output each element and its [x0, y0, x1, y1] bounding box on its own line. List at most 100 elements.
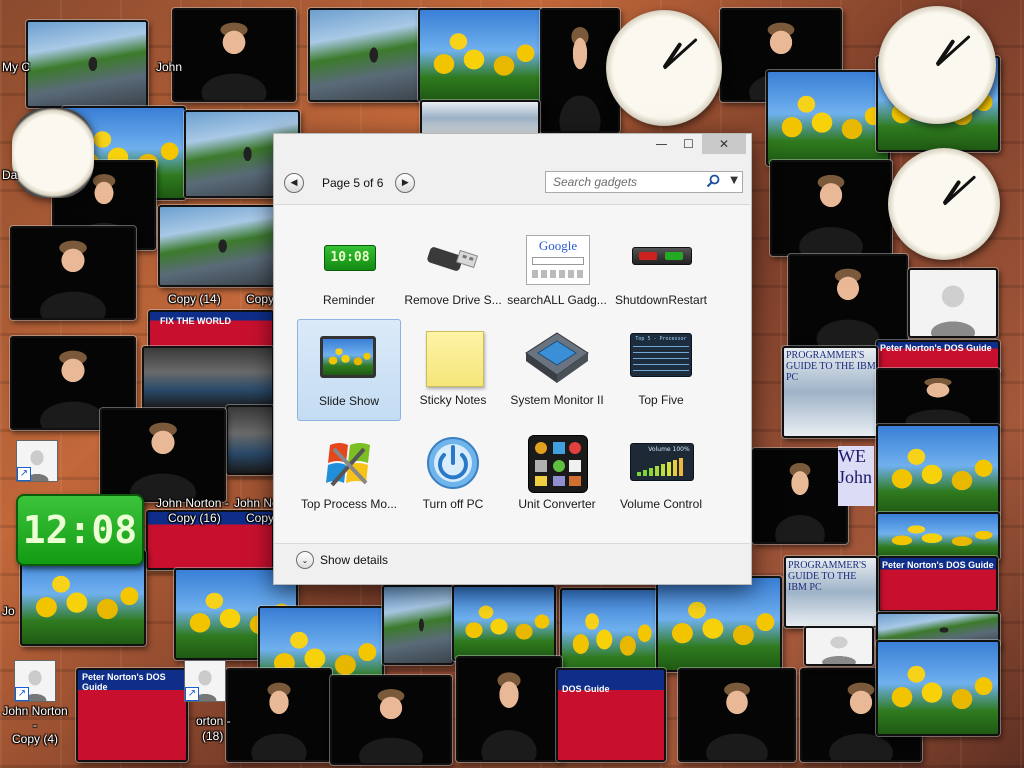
photo-tile-person [876, 368, 1000, 428]
google-search-icon: Google [524, 231, 590, 285]
next-page-button[interactable]: ▶ [395, 173, 416, 193]
photo-tile-tulips [418, 8, 542, 102]
reminder-icon: 10:08 [316, 231, 382, 283]
slide-show-icon [316, 332, 382, 384]
shutdown-restart-icon [628, 231, 694, 283]
desktop-icon-label: John Norton - [2, 704, 68, 732]
desktop-icon-label: orton - [196, 714, 231, 728]
gadget-label: searchALL Gadg... [507, 293, 607, 307]
photo-tile-person [788, 254, 908, 348]
desktop-icon-label: (18) [202, 729, 224, 743]
gadget-slide-show[interactable]: Slide Show [297, 319, 401, 421]
desktop-icon-label: Copy (16) [168, 511, 221, 525]
portrait-icon [16, 440, 58, 482]
analog-clock-gadget[interactable] [606, 10, 722, 126]
gadget-label: Sticky Notes [419, 393, 487, 407]
photo-tile-person [10, 226, 136, 320]
photo-tile-book [420, 100, 540, 136]
photo-tile-person [226, 668, 332, 762]
gadget-volume-control[interactable]: Volume 100% Volume Control [609, 423, 713, 525]
gadget-unit-converter[interactable]: Unit Converter [505, 423, 609, 525]
desktop-icon-label: Copy [246, 292, 275, 306]
search-icon[interactable] [706, 174, 720, 188]
gadget-gallery-window: — ☐ ✕ ◀ Page 5 of 6 ▶ ▼ 10:08 Reminder [273, 133, 752, 585]
page-navigator: ◀ Page 5 of 6 ▶ [284, 172, 416, 194]
gadget-turn-off-pc[interactable]: Turn off PC [401, 423, 505, 525]
close-button[interactable]: ✕ [702, 134, 746, 154]
clock-minute-hand [942, 174, 977, 206]
desktop-icon-label: Copy (4) [11, 732, 58, 746]
chevron-down-icon: ⌄ [296, 551, 314, 569]
analog-clock-gadget[interactable] [12, 108, 94, 198]
gadget-label: System Monitor II [510, 393, 604, 407]
search-dropdown-arrow[interactable]: ▼ [730, 175, 738, 186]
desktop-shortcut-john-norton-copy-4[interactable]: John Norton - Copy (4) [0, 660, 70, 746]
gadget-label: Unit Converter [518, 497, 596, 511]
usb-drive-icon [420, 231, 486, 283]
gadget-reminder[interactable]: 10:08 Reminder [297, 219, 401, 321]
digital-clock-gadget[interactable]: 12:08 [16, 494, 144, 566]
book-text: PROGRAMMER'S GUIDE TO THE IBM PC [788, 560, 867, 593]
analog-clock-gadget[interactable] [878, 6, 996, 124]
photo-tile-tulips [452, 585, 556, 661]
desktop-icon-label: Da [2, 168, 18, 182]
portrait-icon [184, 660, 226, 702]
gadget-label: Reminder [322, 293, 376, 307]
gadget-label: Slide Show [318, 394, 380, 408]
photo-tile-bench [382, 585, 454, 665]
photo-tile-book [556, 668, 666, 762]
search-gadgets-box: ▼ [545, 171, 743, 193]
gadget-label: Top Process Mo... [300, 497, 398, 511]
photo-tile-person [678, 668, 796, 762]
gadget-shutdown-restart[interactable]: ShutdownRestart [609, 219, 713, 321]
digital-clock-time: 12:08 [22, 508, 138, 552]
window-titlebar[interactable]: — ☐ ✕ [274, 134, 751, 156]
page-indicator: Page 5 of 6 [322, 176, 384, 190]
minimize-button[interactable]: — [648, 134, 675, 154]
gadget-label: ShutdownRestart [614, 293, 708, 307]
analog-clock-gadget[interactable] [888, 148, 1000, 260]
photo-tile-tulips [876, 640, 1000, 736]
photo-tile-person [172, 8, 296, 102]
top-five-icon: Top 5 - Processor [628, 331, 694, 383]
desktop-icon-label: My C [2, 60, 30, 74]
photo-tile-tulips [656, 576, 782, 672]
show-details-toggle[interactable]: ⌄ Show details [296, 551, 388, 569]
photo-tile-person [456, 656, 562, 762]
gadget-searchall[interactable]: Google searchALL Gadg... [505, 219, 609, 321]
gadget-label: Top Five [638, 393, 684, 407]
power-button-icon [420, 435, 486, 489]
desktop-icon-label: Copy [246, 511, 275, 525]
gadget-top-five[interactable]: Top 5 - Processor Top Five [609, 319, 713, 421]
photo-tile-tulips [876, 424, 1000, 516]
photo-tile-tulips [766, 70, 890, 166]
search-input[interactable] [551, 174, 705, 190]
book-text: DOS Guide [562, 684, 610, 694]
sticky-note-icon [420, 331, 486, 387]
gadget-top-process-monitor[interactable]: Top Process Mo... [297, 423, 401, 525]
photo-tile-person [770, 160, 892, 256]
photo-tile-bench [26, 20, 148, 108]
photo-tile-person [330, 675, 452, 765]
desktop-shortcut-john-norton[interactable] [2, 440, 72, 484]
photo-tile-person [752, 448, 848, 544]
photo-tile-greyman [908, 268, 998, 338]
unit-converter-icon [524, 435, 590, 493]
cpu-chip-icon [524, 331, 590, 383]
gadget-sticky-notes[interactable]: Sticky Notes [401, 319, 505, 421]
gadget-remove-drive[interactable]: Remove Drive S... [401, 219, 505, 321]
desktop-icon-label: John [156, 60, 183, 74]
show-details-label: Show details [320, 553, 389, 567]
gadget-system-monitor[interactable]: System Monitor II [505, 319, 609, 421]
desktop-icon-label: Jo [2, 604, 15, 618]
gadget-label: Turn off PC [422, 497, 484, 511]
arrow-right-icon: ▶ [401, 178, 409, 188]
book-text: WE John [838, 446, 874, 506]
desktop-shortcut-partial[interactable] [180, 660, 230, 704]
desktop-icon-label: Copy (14) [168, 292, 221, 306]
previous-page-button[interactable]: ◀ [284, 173, 304, 193]
chevron-glyph: ⌄ [301, 555, 309, 565]
maximize-button[interactable]: ☐ [675, 134, 702, 154]
photo-tile-bench [158, 205, 276, 287]
gadget-label: Volume Control [619, 497, 703, 511]
